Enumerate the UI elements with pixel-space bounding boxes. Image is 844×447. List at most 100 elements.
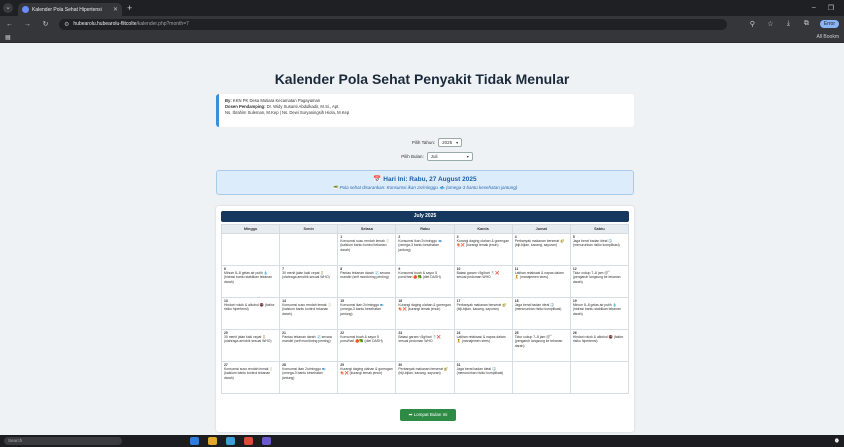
forward-icon[interactable]: →: [23, 21, 32, 28]
folder-icon[interactable]: [208, 437, 217, 445]
minimize-icon[interactable]: –: [812, 4, 816, 12]
calendar-day-cell: 20 30 menit jalan kaki cepat 🚶 (olahraga …: [220, 329, 281, 362]
day-tip: Jaga berat badan ideal ⚖️ (menurunkan ri…: [514, 303, 562, 312]
tab-favicon-icon: [22, 6, 29, 13]
credits-by-value: KKN PK Desa Mutiara Kecamatan Pagayaman: [232, 98, 321, 103]
taskbar-icons: [190, 437, 271, 445]
calendar-day-cell: 24 Latihan relaksasi & napas dalam 🧘 (man…: [453, 329, 513, 362]
day-tip: Latihan relaksasi & napas dalam 🧘 (manaj…: [456, 335, 506, 344]
calendar-day-cell: 31 Jaga berat badan ideal ⚖️ (menurunkan …: [453, 361, 513, 394]
calendar-day-cell: 3 Kurangi daging olahan & gorengan 🍖❌ (ku…: [453, 233, 513, 266]
calendar-day-cell: 15 Konsumsi ikan 2x/minggu 🐟 (omega-3 ban…: [337, 297, 397, 330]
taskbar-clock: ⌚: [834, 438, 840, 443]
taskbar-search[interactable]: Search: [4, 437, 122, 445]
calendar-day-cell: 17 Perbanyak makanan berserat 🥑 (biji-bij…: [453, 297, 513, 330]
nav-right-tools: ⚲ ☆ ⤓ ⧉ Error: [748, 20, 839, 28]
day-tip: Konsumsi susu rendah lemak 🥛 (kalsium ba…: [224, 367, 274, 380]
calendar-day-cell: 6 Minum 8–8 gelas air putih 💧 (hidrasi ba…: [220, 265, 281, 298]
day-tip: 30 menit jalan kaki cepat 🚶 (olahraga ae…: [282, 271, 330, 280]
day-tip: Perbanyak makanan berserat 🥑 (biji-bijia…: [398, 367, 449, 376]
credits-dosen-label: Dosen Pendamping:: [225, 103, 266, 109]
calendar-day-cell: 14 Konsumsi susu rendah lemak 🥛 (kalsium …: [279, 297, 339, 330]
tab-close-icon[interactable]: ✕: [113, 6, 118, 13]
tab-search-icon[interactable]: ⌄: [3, 3, 13, 13]
day-tip: Perbanyak makanan berserat 🥑 (biji-bijia…: [456, 303, 507, 312]
weekday-header: Rabu: [395, 224, 455, 234]
today-title: 📅 Hari Ini: Rabu, 27 August 2025: [373, 176, 477, 183]
calendar-day-cell: 7 30 menit jalan kaki cepat 🚶 (olahraga a…: [279, 265, 339, 298]
day-tip: Minum 8–8 gelas air putih 💧 (hidrasi ban…: [224, 271, 272, 284]
year-select[interactable]: 2025 ▾: [438, 138, 463, 147]
zoom-icon[interactable]: ⚲: [748, 20, 757, 28]
year-select-value: 2025: [442, 140, 453, 145]
apps-grid-icon[interactable]: ▦: [5, 34, 11, 41]
day-tip: Jaga berat badan ideal ⚖️ (menurunkan ri…: [456, 367, 504, 376]
profile-error-badge[interactable]: Error: [819, 20, 839, 28]
weekday-header: Kamis: [453, 224, 513, 234]
month-select-row: Pilih Bulan: Juli ▾: [0, 152, 844, 161]
calendar-week-row: 13 Hindari rokok & alkohol 🚭 (faktor risi…: [220, 297, 630, 330]
calendar-empty-cell: [511, 361, 571, 394]
month-label: Pilih Bulan:: [401, 154, 424, 159]
weekday-header: Senin: [279, 224, 339, 234]
month-select[interactable]: Juli ▾: [426, 152, 473, 161]
download-icon[interactable]: ⤓: [784, 20, 793, 28]
calendar-day-cell: 30 Perbanyak makanan berserat 🥑 (biji-bij…: [395, 361, 455, 394]
calendar-day-cell: 13 Hindari rokok & alkohol 🚭 (faktor risi…: [220, 297, 281, 330]
day-tip: Konsumsi buah & sayur 5 porsi/hari 🍎🥦 (d…: [340, 335, 383, 344]
credits-dosen-value: Dr. Widy Susanti Abdulkadir, M.Si., Apt.: [266, 103, 340, 109]
day-tip: Konsumsi ikan 2x/minggu 🐟 (omega-3 bantu…: [398, 239, 443, 252]
new-tab-button[interactable]: +: [127, 3, 132, 13]
credits-by-label: By:: [225, 98, 232, 103]
browser-tab-bar: ⌄ Kalender Pola Sehat Hipertensi ✕ + – ❐: [0, 0, 844, 16]
calendar-day-cell: 4 Perbanyak makanan berserat 🥑 (biji-biji…: [511, 233, 571, 266]
day-tip: Konsumsi susu rendah lemak 🥛 (kalsium ba…: [282, 303, 332, 316]
window-controls: – ❐: [812, 4, 834, 12]
weekday-header: Minggu: [220, 224, 281, 234]
back-icon[interactable]: ←: [5, 21, 14, 28]
weekday-header-row: Minggu Senin Selasa Rabu Kamis Jumat Sabtu: [220, 224, 630, 234]
day-tip: Jaga berat badan ideal ⚖️ (menurunkan ri…: [572, 239, 620, 248]
day-tip: 30 menit jalan kaki cepat 🚶 (olahraga ae…: [224, 335, 272, 344]
calendar-week-row: 1 Konsumsi susu rendah lemak 🥛 (kalsium b…: [220, 233, 630, 266]
calendar-day-cell: 16 Kurangi daging olahan & gorengan 🍖❌ (k…: [395, 297, 455, 330]
chevron-down-icon: ▾: [456, 140, 459, 145]
calendar-day-cell: 22 Konsumsi buah & sayur 5 porsi/hari 🍎🥦 …: [337, 329, 397, 362]
weekday-header: Jumat: [511, 224, 571, 234]
day-tip: Tidur cukup 7–8 jam 😴 (pengaruh langsung…: [572, 271, 621, 284]
app-icon[interactable]: [262, 437, 271, 445]
day-tip: Pantau tekanan darah 🩺 secara mandiri (s…: [340, 271, 390, 280]
maximize-icon[interactable]: ❐: [828, 4, 834, 12]
calendar-month-title: July 2025: [221, 211, 629, 222]
today-banner: 📅 Hari Ini: Rabu, 27 August 2025 🥗 Pola …: [216, 170, 634, 195]
reload-icon[interactable]: ↻: [41, 20, 50, 28]
day-tip: Kurangi daging olahan & gorengan 🍖❌ (kur…: [340, 367, 393, 376]
browser-nav-bar: ← → ↻ ⚙ hubearolu.hubearolu-flitcolte /k…: [0, 16, 844, 32]
calendar-week-row: 20 30 menit jalan kaki cepat 🚶 (olahraga …: [220, 329, 630, 362]
calendar-day-cell: 19 Minum 8–8 gelas air putih 💧 (hidrasi b…: [569, 297, 630, 330]
day-tip: Hindari rokok & alkohol 🚭 (faktor risiko…: [572, 335, 624, 344]
today-suggestion: 🥗 Pola sehat disarankan: Konsumsi ikan 2…: [332, 185, 518, 190]
bookmark-star-icon[interactable]: ☆: [766, 20, 775, 28]
calendar-day-cell: 25 Tidur cukup 7–8 jam 😴 (pengaruh langsu…: [511, 329, 571, 362]
calendar-day-cell: 27 Konsumsi susu rendah lemak 🥛 (kalsium …: [220, 361, 281, 394]
chrome-icon[interactable]: [244, 437, 253, 445]
year-select-row: Pilih Tahun: 2025 ▾: [0, 138, 844, 147]
calendar-day-cell: 5 Jaga berat badan ideal ⚖️ (menurunkan r…: [569, 233, 630, 266]
weekday-header: Sabtu: [569, 224, 630, 234]
month-select-value: Juli: [430, 154, 438, 159]
site-info-icon[interactable]: ⚙: [64, 21, 69, 28]
all-bookmarks-link[interactable]: All Bookm: [816, 34, 839, 40]
calendar-day-cell: 18 Jaga berat badan ideal ⚖️ (menurunkan …: [511, 297, 571, 330]
browser-tab[interactable]: Kalender Pola Sehat Hipertensi ✕: [18, 3, 122, 16]
extensions-icon[interactable]: ⧉: [802, 20, 811, 28]
day-tip: Kurangi daging olahan & gorengan 🍖❌ (kur…: [456, 239, 509, 248]
url-path: /kalender.php?month=7: [136, 21, 189, 27]
calendar-week-row: 27 Konsumsi susu rendah lemak 🥛 (kalsium …: [220, 361, 630, 394]
jump-month-button[interactable]: ➡ Lompat Bulan Ini: [400, 409, 456, 421]
edge-icon[interactable]: [226, 437, 235, 445]
address-bar[interactable]: ⚙ hubearolu.hubearolu-flitcolte /kalende…: [59, 18, 727, 30]
file-explorer-icon[interactable]: [190, 437, 199, 445]
tab-title: Kalender Pola Sehat Hipertensi: [32, 6, 102, 13]
url-host: hubearolu.hubearolu-flitcolte: [73, 21, 137, 27]
